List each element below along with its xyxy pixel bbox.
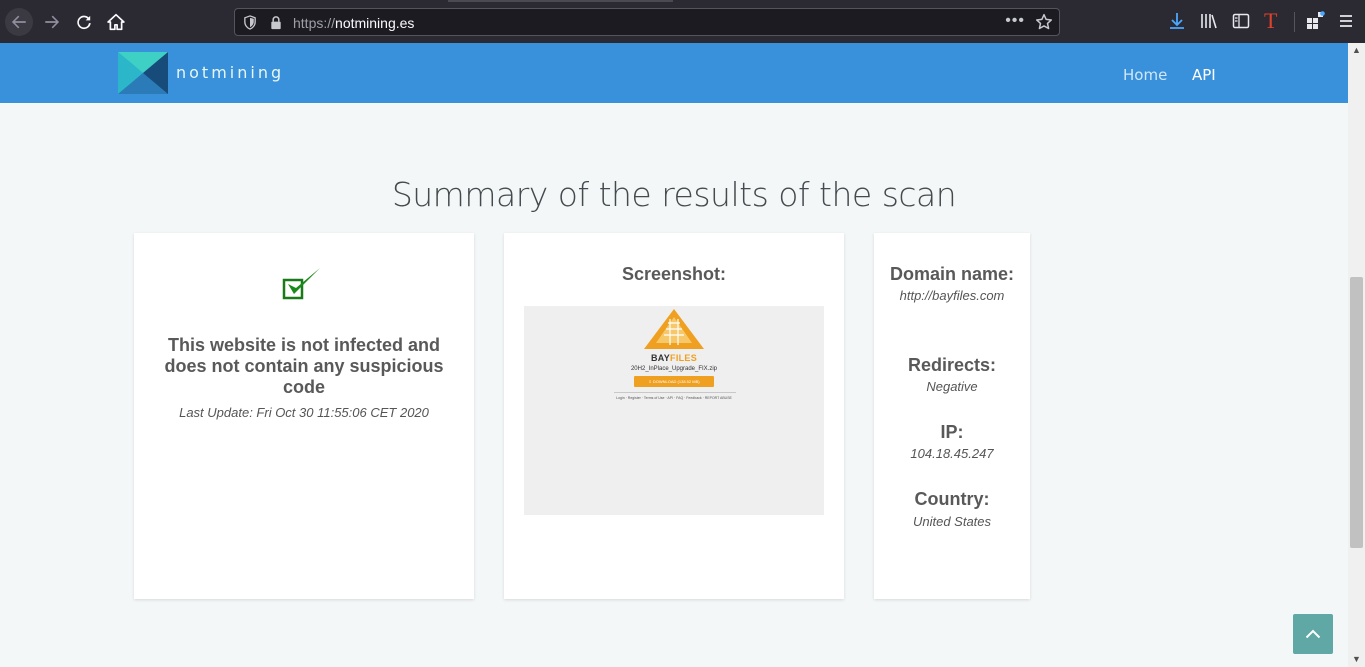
country-label: Country:: [914, 489, 990, 509]
nav-home-link[interactable]: Home: [1123, 66, 1167, 84]
nav-api-link[interactable]: API: [1192, 66, 1216, 84]
bayfiles-download-button: ⇩ DOWNLOAD (138.52 MB): [634, 376, 714, 387]
toolbar-separator: [1294, 12, 1295, 32]
redirects-label: Redirects:: [907, 355, 997, 375]
status-message: This website is not infected and does no…: [164, 335, 444, 397]
checkmark-icon: [282, 268, 320, 300]
back-button[interactable]: [5, 8, 33, 36]
extension-t-icon[interactable]: T: [1264, 9, 1277, 33]
download-icon: [1170, 13, 1184, 29]
brand-name[interactable]: notmining: [176, 63, 284, 82]
sidebar-button[interactable]: [1231, 11, 1251, 31]
home-icon: [107, 13, 125, 31]
country-value: United States: [912, 514, 992, 529]
scroll-up-arrow-icon[interactable]: ▲: [1351, 45, 1362, 56]
bayfiles-filename: 20H2_InPlace_Upgrade_FIX.zip: [630, 366, 718, 372]
scroll-thumb[interactable]: [1350, 277, 1363, 548]
notmining-logo[interactable]: [118, 52, 168, 94]
home-button[interactable]: [102, 8, 130, 36]
domain-info-card: Domain name: http://bayfiles.com Redirec…: [874, 233, 1030, 599]
tab-strip-indicator: [448, 0, 673, 2]
domain-name-label: Domain name:: [889, 264, 1015, 284]
hamburger-menu-icon: [1340, 15, 1352, 27]
bayfiles-footer-links: Login · Register · Terms of Use · API · …: [616, 396, 732, 400]
app-menu-button[interactable]: [1336, 11, 1356, 31]
url-text[interactable]: https://notmining.es: [293, 15, 414, 31]
reload-button[interactable]: [70, 8, 98, 36]
forward-arrow-icon: [45, 15, 60, 29]
bayfiles-divider: [614, 392, 736, 393]
ip-label: IP:: [940, 422, 964, 442]
ip-value: 104.18.45.247: [910, 446, 994, 461]
library-button[interactable]: [1199, 11, 1219, 31]
page-scrollbar[interactable]: ▲ ▼: [1348, 43, 1365, 667]
star-icon[interactable]: [1035, 13, 1053, 31]
domain-name-value: http://bayfiles.com: [899, 288, 1005, 303]
screenshot-heading: Screenshot:: [621, 264, 727, 284]
back-arrow-icon: [11, 15, 26, 29]
browser-toolbar: https://notmining.es ••• T: [0, 0, 1365, 43]
back-to-top-button[interactable]: [1293, 614, 1333, 654]
reload-icon: [77, 15, 91, 30]
url-host: notmining.es: [335, 15, 415, 31]
bayfiles-brand-bay: BAY: [650, 353, 671, 363]
extensions-button[interactable]: [1305, 11, 1325, 31]
bayfiles-brand-files: FILES: [670, 353, 698, 363]
url-protocol: https://: [293, 15, 336, 31]
website-screenshot-image[interactable]: BAYFILES 20H2_InPlace_Upgrade_FIX.zip ⇩ …: [524, 306, 824, 515]
scroll-down-arrow-icon[interactable]: ▼: [1351, 654, 1362, 665]
bayfiles-brand-text: BAYFILES: [524, 353, 824, 363]
redirects-value: Negative: [926, 379, 978, 394]
library-icon: [1201, 14, 1217, 29]
scan-status-card: This website is not infected and does no…: [134, 233, 474, 599]
lock-icon[interactable]: [269, 15, 283, 30]
forward-button[interactable]: [38, 8, 66, 36]
page-title: Summary of the results of the scan: [391, 175, 957, 214]
extensions-icon: [1307, 11, 1325, 29]
bayfiles-logo-icon: [644, 309, 704, 349]
download-button[interactable]: [1167, 11, 1187, 31]
address-bar[interactable]: https://notmining.es •••: [234, 8, 1060, 36]
page-actions-menu-icon[interactable]: •••: [1005, 12, 1025, 30]
last-update-text: Last Update: Fri Oct 30 11:55:06 CET 202…: [179, 405, 429, 420]
sidebar-icon: [1232, 13, 1250, 29]
shield-icon[interactable]: [243, 15, 257, 30]
chevron-up-icon: [1305, 629, 1321, 639]
site-header: notmining Home API: [0, 43, 1348, 103]
screenshot-card: Screenshot: BAYFILES 20H2_InPlace_Upgrad…: [504, 233, 844, 599]
